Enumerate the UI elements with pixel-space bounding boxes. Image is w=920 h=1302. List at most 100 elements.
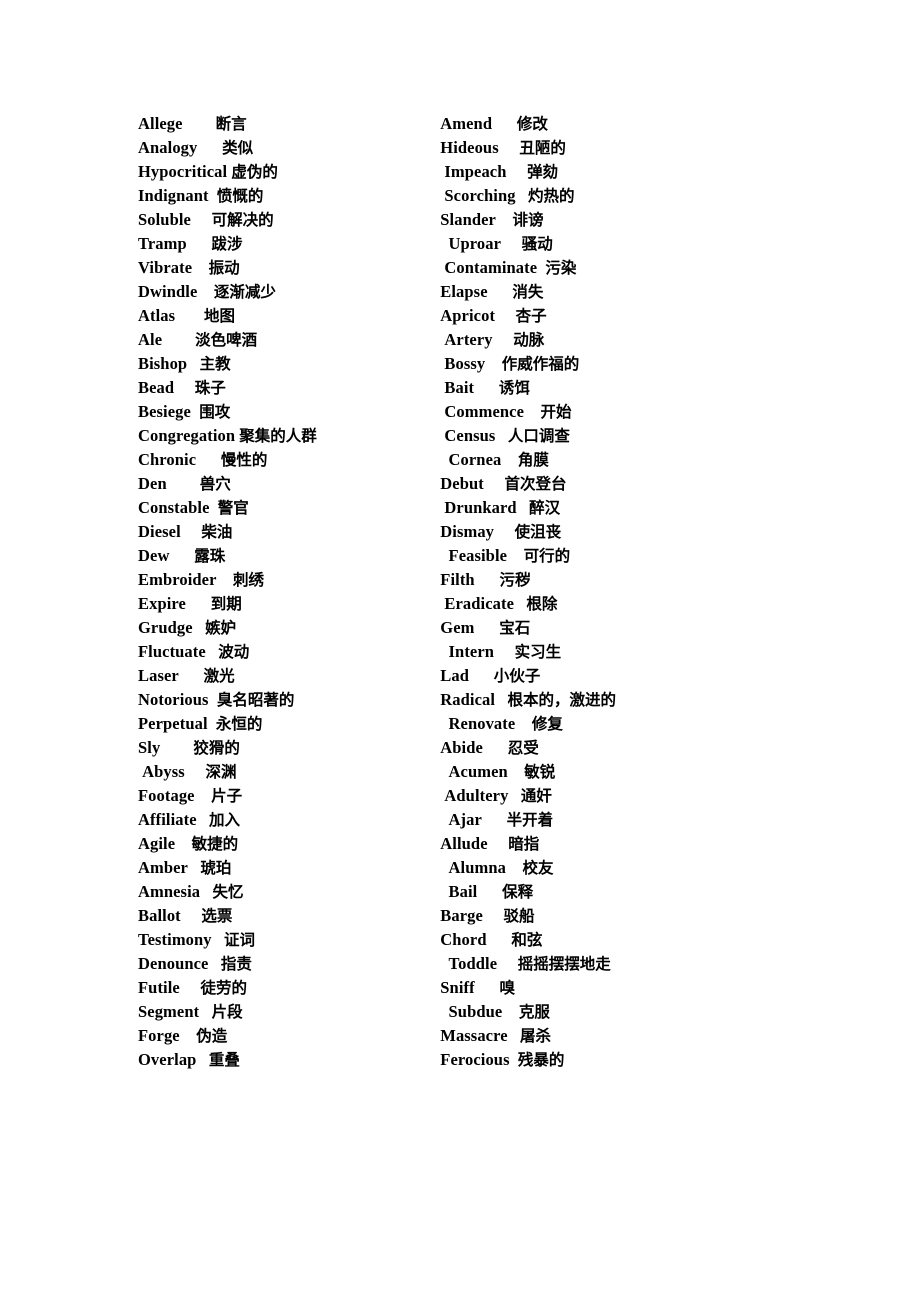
vocab-cell-left: Affiliate 加入	[138, 808, 440, 832]
vocab-cell-right: Bossy 作威作福的	[440, 352, 838, 376]
entry-gap	[162, 330, 195, 349]
entry-gap	[524, 402, 541, 421]
vocab-term: Sly	[138, 738, 161, 757]
vocab-entry: Apricot 杏子	[440, 304, 838, 328]
vocab-cell-left: Analogy 类似	[138, 136, 440, 160]
vocab-term: Allude	[440, 834, 488, 853]
vocab-cell-right: Allude 暗指	[440, 832, 838, 856]
vocab-row: Dew 露珠 Feasible 可行的	[138, 544, 838, 568]
vocab-cell-left: Amnesia 失忆	[138, 880, 440, 904]
vocab-gloss: 诱饵	[498, 379, 530, 397]
vocab-entry: Dismay 使沮丧	[440, 520, 838, 544]
vocab-cell-left: Footage 片子	[138, 784, 440, 808]
vocab-term: Analogy	[138, 138, 198, 157]
entry-gap	[192, 258, 209, 277]
vocab-cell-left: Segment 片段	[138, 1000, 440, 1024]
vocab-entry: Filth 污秽	[440, 568, 838, 592]
vocab-entry: Soluble 可解决的	[138, 208, 440, 232]
vocab-term: Dew	[138, 546, 170, 565]
entry-gap	[208, 714, 216, 733]
vocab-entry: Barge 驳船	[440, 904, 838, 928]
vocab-entry: Ale 淡色啤酒	[138, 328, 440, 352]
entry-gap	[497, 954, 518, 973]
entry-gap	[180, 1026, 197, 1045]
vocab-entry: Ferocious 残暴的	[440, 1048, 838, 1072]
vocab-entry: Grudge 嫉妒	[138, 616, 440, 640]
vocab-term: Gem	[440, 618, 475, 637]
entry-gap	[514, 594, 526, 613]
vocab-cell-left: Perpetual 永恒的	[138, 712, 440, 736]
vocab-cell-left: Atlas 地图	[138, 304, 440, 328]
entry-gap	[469, 666, 494, 685]
vocab-row: Ale 淡色啤酒 Artery 动脉	[138, 328, 838, 352]
vocab-term: Ballot	[138, 906, 181, 925]
vocab-row: Analogy 类似 Hideous 丑陋的	[138, 136, 838, 160]
entry-gap	[502, 1002, 519, 1021]
vocab-gloss: 半开着	[506, 811, 554, 829]
entry-gap	[180, 978, 201, 997]
vocab-term: Dismay	[440, 522, 495, 541]
vocab-entry: Laser 激光	[138, 664, 440, 688]
vocab-gloss: 校友	[522, 859, 554, 877]
vocab-gloss: 污染	[545, 259, 577, 277]
vocab-cell-left: Congregation 聚集的人群	[138, 424, 440, 448]
vocab-row: Bead 珠子 Bait 诱饵	[138, 376, 838, 400]
vocab-term: Acumen	[448, 762, 508, 781]
vocab-entry: Futile 徒劳的	[138, 976, 440, 1000]
vocab-gloss: 诽谤	[512, 211, 544, 229]
vocab-term: Lad	[440, 666, 469, 685]
vocab-entry: Scorching 灼热的	[440, 184, 838, 208]
vocab-row: Perpetual 永恒的 Renovate 修复	[138, 712, 838, 736]
entry-indent	[440, 810, 448, 829]
vocab-entry: Notorious 臭名昭著的	[138, 688, 440, 712]
vocab-cell-right: Commence 开始	[440, 400, 838, 424]
vocab-gloss: 加入	[209, 811, 241, 829]
vocab-term: Feasible	[448, 546, 508, 565]
vocab-cell-right: Elapse 消失	[440, 280, 838, 304]
vocab-gloss: 跋涉	[211, 235, 243, 253]
entry-gap	[492, 114, 517, 133]
vocab-gloss: 保释	[502, 883, 534, 901]
vocab-cell-right: Drunkard 醉汉	[440, 496, 838, 520]
vocab-term: Census	[444, 426, 496, 445]
entry-gap	[510, 1050, 518, 1069]
vocab-cell-left: Denounce 指责	[138, 952, 440, 976]
vocab-entry: Ballot 选票	[138, 904, 440, 928]
vocab-cell-right: Radical 根本的，激进的	[440, 688, 838, 712]
vocab-gloss: 类似	[222, 139, 254, 157]
entry-indent	[440, 714, 448, 733]
vocab-row: Diesel 柴油 Dismay 使沮丧	[138, 520, 838, 544]
entry-gap	[517, 498, 529, 517]
vocab-entry: Dwindle 逐渐减少	[138, 280, 440, 304]
vocab-term: Cornea	[448, 450, 502, 469]
entry-indent	[440, 234, 448, 253]
vocab-gloss: 狡猾的	[193, 739, 240, 757]
vocab-gloss: 可行的	[523, 547, 571, 565]
vocab-entry: Contaminate 污染	[440, 256, 838, 280]
vocab-term: Overlap	[138, 1050, 197, 1069]
vocab-entry: Hypocritical 虚伪的	[138, 160, 440, 184]
vocab-term: Ajar	[448, 810, 482, 829]
entry-indent	[440, 1002, 448, 1021]
vocab-cell-left: Futile 徒劳的	[138, 976, 440, 1000]
vocab-term: Barge	[440, 906, 483, 925]
entry-gap	[196, 1050, 208, 1069]
vocab-term: Bail	[448, 882, 478, 901]
vocab-cell-left: Sly 狡猾的	[138, 736, 440, 760]
vocab-gloss: 克服	[518, 1003, 550, 1021]
vocab-gloss: 和弦	[511, 931, 543, 949]
entry-gap	[475, 978, 500, 997]
vocab-term: Renovate	[448, 714, 516, 733]
entry-gap	[488, 834, 509, 853]
vocab-gloss: 愤慨的	[216, 187, 264, 205]
vocab-gloss: 虚伪的	[231, 163, 278, 181]
vocab-term: Segment	[138, 1002, 200, 1021]
vocab-gloss: 实习生	[514, 643, 562, 661]
vocab-entry: Sly 狡猾的	[138, 736, 440, 760]
entry-gap	[483, 738, 508, 757]
vocab-term: Besiege	[138, 402, 191, 421]
vocab-entry: Diesel 柴油	[138, 520, 440, 544]
entry-indent	[440, 882, 448, 901]
entry-gap	[494, 642, 515, 661]
vocab-cell-left: Allege 断言	[138, 112, 440, 136]
